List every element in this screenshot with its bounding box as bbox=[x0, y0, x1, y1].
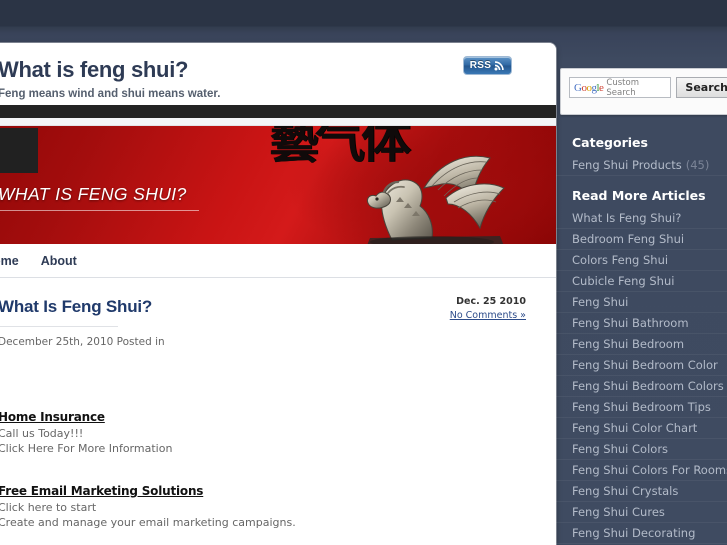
categories-heading: Categories bbox=[572, 135, 648, 150]
categories-list: Feng Shui Products (45) bbox=[556, 155, 727, 176]
search-button[interactable]: Search bbox=[676, 77, 727, 98]
article-comments-link[interactable]: No Comments » bbox=[450, 310, 526, 321]
article-link-item[interactable]: Feng Shui Color Chart bbox=[556, 418, 727, 439]
category-label: Feng Shui Products bbox=[572, 158, 682, 172]
article-link-label: Feng Shui Cures bbox=[572, 505, 665, 519]
ad-line: Call us Today!!! bbox=[0, 427, 84, 440]
google-logo: Google bbox=[574, 81, 604, 94]
search-input[interactable]: Google Custom Search bbox=[569, 77, 672, 98]
article-link-item[interactable]: Feng Shui Crystals bbox=[556, 481, 727, 502]
ad-line: Create and manage your email marketing c… bbox=[0, 516, 296, 529]
article-link-item[interactable]: Feng Shui Bathroom bbox=[556, 313, 727, 334]
ad-title[interactable]: Free Email Marketing Solutions bbox=[0, 484, 203, 498]
site-header: What is feng shui? Feng means wind and s… bbox=[0, 43, 556, 105]
article-link-label: Colors Feng Shui bbox=[572, 253, 669, 267]
article-link-item[interactable]: Feng Shui Bedroom Tips bbox=[556, 397, 727, 418]
primary-nav: Home About bbox=[0, 244, 556, 278]
article-link-item[interactable]: What Is Feng Shui? bbox=[556, 208, 727, 229]
article-link-label: Feng Shui Bedroom Color bbox=[572, 358, 718, 372]
category-count: (45) bbox=[685, 158, 710, 172]
header-spacer bbox=[0, 118, 556, 126]
rss-button[interactable]: RSS bbox=[463, 56, 512, 75]
article-link-item[interactable]: Feng Shui Cures bbox=[556, 502, 727, 523]
banner-underline bbox=[0, 210, 199, 211]
article-link-item[interactable]: Feng Shui bbox=[556, 292, 727, 313]
article-link-label: Cubicle Feng Shui bbox=[572, 274, 675, 288]
article-link-label: Feng Shui bbox=[572, 295, 629, 309]
article-link-item[interactable]: Feng Shui Colors bbox=[556, 439, 727, 460]
ad-line: Click here to start bbox=[0, 501, 97, 514]
article-link-label: What Is Feng Shui? bbox=[572, 211, 682, 225]
article-title-divider bbox=[0, 326, 118, 327]
article-meta-line: December 25th, 2010 Posted in bbox=[0, 336, 165, 348]
article-date: Dec. 25 2010 bbox=[456, 296, 526, 307]
article-link-label: Feng Shui Bathroom bbox=[572, 316, 689, 330]
main-content-column: What is feng shui? Feng means wind and s… bbox=[0, 43, 556, 545]
ad-line: Click Here For More Information bbox=[0, 442, 173, 455]
article-link-label: Feng Shui Crystals bbox=[572, 484, 679, 498]
search-widget: Google Custom Search Search bbox=[560, 68, 727, 115]
banner-title: WHAT IS FENG SHUI? bbox=[0, 184, 187, 204]
articles-list: What Is Feng Shui? Bedroom Feng Shui Color… bbox=[556, 208, 727, 544]
read-more-articles-heading: Read More Articles bbox=[572, 188, 706, 203]
article-meta: Dec. 25 2010 No Comments » bbox=[450, 296, 526, 321]
article-link-item[interactable]: Bedroom Feng Shui bbox=[556, 229, 727, 250]
rss-wave-icon bbox=[494, 61, 504, 71]
site-tagline: Feng means wind and shui means water. bbox=[0, 88, 221, 100]
article-link-label: Feng Shui Colors bbox=[572, 442, 669, 456]
nav-item-home[interactable]: Home bbox=[0, 254, 19, 268]
article-link-label: Feng Shui Decorating bbox=[572, 526, 696, 540]
article-link-item[interactable]: Feng Shui Bedroom bbox=[556, 334, 727, 355]
ad-item: Home Insurance Call us Today!!! Click He… bbox=[0, 408, 510, 456]
article-link-label: Feng Shui Colors For Rooms bbox=[572, 463, 727, 477]
article-title: What Is Feng Shui? bbox=[0, 297, 153, 316]
article-link-label: Feng Shui Bedroom Tips bbox=[572, 400, 711, 414]
article-link-item[interactable]: Cubicle Feng Shui bbox=[556, 271, 727, 292]
article: Dec. 25 2010 No Comments » What Is Feng … bbox=[0, 278, 556, 530]
article-link-item[interactable]: Feng Shui Bedroom Color bbox=[556, 355, 727, 376]
nav-item-about[interactable]: About bbox=[41, 254, 77, 268]
banner-black-block bbox=[0, 128, 38, 173]
article-link-label: Bedroom Feng Shui bbox=[572, 232, 685, 246]
article-link-item[interactable]: Feng Shui Colors For Rooms bbox=[556, 460, 727, 481]
ad-block-list: Home Insurance Call us Today!!! Click He… bbox=[0, 408, 510, 530]
sidebar: Google Custom Search Search Categories F… bbox=[556, 43, 727, 545]
site-banner: 藝气体 WHAT IS FENG SHUI? bbox=[0, 126, 556, 244]
article-link-item[interactable]: Colors Feng Shui bbox=[556, 250, 727, 271]
header-divider bbox=[0, 105, 556, 118]
ad-item: Free Email Marketing Solutions Click her… bbox=[0, 482, 510, 530]
article-link-item[interactable]: Feng Shui Decorating bbox=[556, 523, 727, 544]
search-placeholder: Custom Search bbox=[606, 77, 639, 98]
dragon-statue-image bbox=[367, 155, 505, 244]
article-link-item[interactable]: Feng Shui Bedroom Colors bbox=[556, 376, 727, 397]
article-link-label: Feng Shui Bedroom Colors bbox=[572, 379, 724, 393]
article-link-label: Feng Shui Color Chart bbox=[572, 421, 698, 435]
ad-title[interactable]: Home Insurance bbox=[0, 410, 105, 424]
category-item-feng-shui-products[interactable]: Feng Shui Products (45) bbox=[556, 155, 727, 176]
rss-button-label: RSS bbox=[469, 60, 492, 71]
article-link-label: Feng Shui Bedroom bbox=[572, 337, 685, 351]
